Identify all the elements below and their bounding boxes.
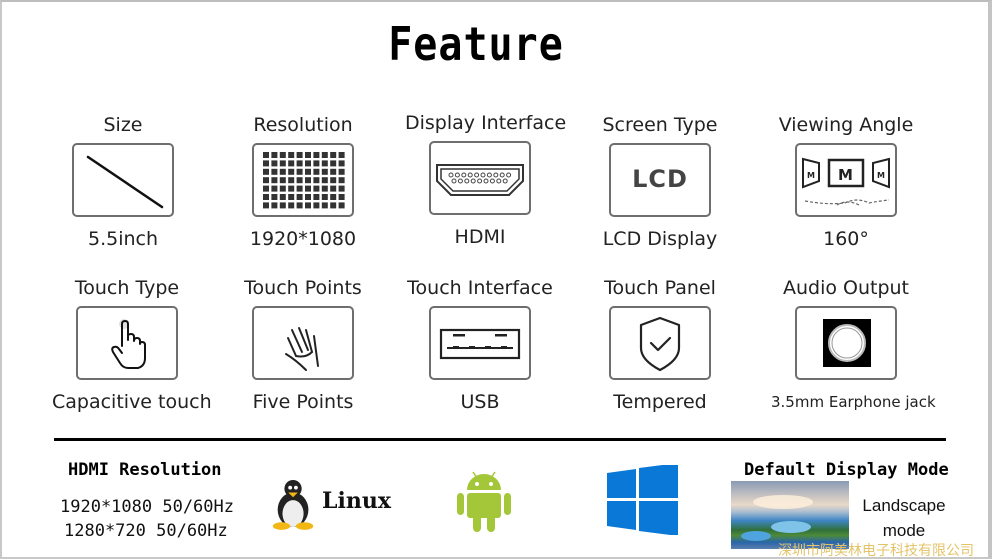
landscape-photo bbox=[731, 481, 849, 549]
audio-jack-icon bbox=[795, 306, 897, 380]
hdmi-resolution-line: 1920*1080 50/60Hz bbox=[60, 497, 234, 517]
feature-label: Audio Output bbox=[782, 277, 910, 299]
feature-display-interface: Display Interface HDMI bbox=[405, 111, 567, 249]
company-watermark: 深圳市阿美林电子科技有限公司 bbox=[778, 543, 974, 559]
feature-value: 3.5mm Earphone jack bbox=[771, 393, 936, 411]
pixel-grid-icon bbox=[252, 143, 354, 217]
windows-icon bbox=[607, 465, 678, 535]
android-icon bbox=[457, 471, 511, 532]
page-title: Feature bbox=[388, 18, 564, 72]
svg-text:M: M bbox=[877, 171, 885, 180]
feature-audio-output: Audio Output 3.5mm Earphone jack bbox=[771, 276, 936, 414]
feature-label: Resolution bbox=[253, 114, 353, 136]
diagonal-line-icon bbox=[72, 143, 174, 217]
feature-resolution: Resolution 1920*1080 bbox=[228, 113, 378, 251]
feature-value: 1920*1080 bbox=[249, 228, 357, 250]
usb-port-icon bbox=[429, 306, 531, 380]
feature-value: Tempered bbox=[613, 391, 707, 413]
shield-check-icon bbox=[609, 306, 711, 380]
feature-value: USB bbox=[460, 391, 500, 413]
feature-screen-type: Screen Type LCD LCD Display bbox=[585, 113, 735, 251]
feature-value: LCD Display bbox=[602, 228, 718, 250]
hdmi-resolution-title: HDMI Resolution bbox=[68, 460, 222, 480]
feature-label: Touch Type bbox=[74, 277, 180, 299]
open-hand-icon bbox=[252, 306, 354, 380]
feature-touch-panel: Touch Panel Tempered bbox=[585, 276, 735, 414]
feature-label: Viewing Angle bbox=[778, 114, 914, 136]
section-divider bbox=[54, 438, 946, 441]
lcd-icon: LCD bbox=[609, 143, 711, 217]
feature-label: Screen Type bbox=[602, 114, 718, 136]
feature-label: Touch Interface bbox=[407, 277, 553, 299]
display-mode-value: Landscape bbox=[862, 496, 946, 515]
linux-label: Linux bbox=[322, 488, 391, 514]
feature-touch-points: Touch Points Five Points bbox=[228, 276, 378, 414]
pointing-hand-icon bbox=[76, 306, 178, 380]
feature-size: Size 5.5inch bbox=[48, 113, 198, 251]
feature-value: Five Points bbox=[252, 391, 354, 413]
svg-text:M: M bbox=[807, 171, 815, 180]
feature-value: 160° bbox=[823, 228, 869, 250]
feature-label: Touch Panel bbox=[604, 277, 716, 299]
feature-touch-type: Touch Type Capacitive touch bbox=[52, 276, 212, 414]
hdmi-resolution-line: 1280*720 50/60Hz bbox=[64, 521, 228, 541]
os-linux: Linux bbox=[270, 476, 400, 532]
feature-label: Display Interface bbox=[405, 112, 567, 134]
feature-label: Size bbox=[103, 114, 143, 136]
linux-tux-icon bbox=[272, 480, 314, 530]
viewing-angle-icon: M M M bbox=[795, 143, 897, 217]
feature-value: 5.5inch bbox=[87, 228, 159, 250]
feature-label: Touch Points bbox=[244, 277, 362, 299]
display-mode-value: mode bbox=[882, 521, 926, 540]
feature-value: Capacitive touch bbox=[52, 391, 212, 413]
svg-text:M: M bbox=[838, 166, 853, 184]
hdmi-port-icon bbox=[429, 141, 531, 215]
feature-value: HDMI bbox=[454, 226, 506, 248]
default-display-mode-title: Default Display Mode bbox=[744, 460, 949, 480]
feature-touch-interface: Touch Interface USB bbox=[405, 276, 555, 414]
lcd-icon-text: LCD bbox=[632, 165, 688, 193]
feature-viewing-angle: Viewing Angle M M M 160° bbox=[771, 113, 921, 251]
